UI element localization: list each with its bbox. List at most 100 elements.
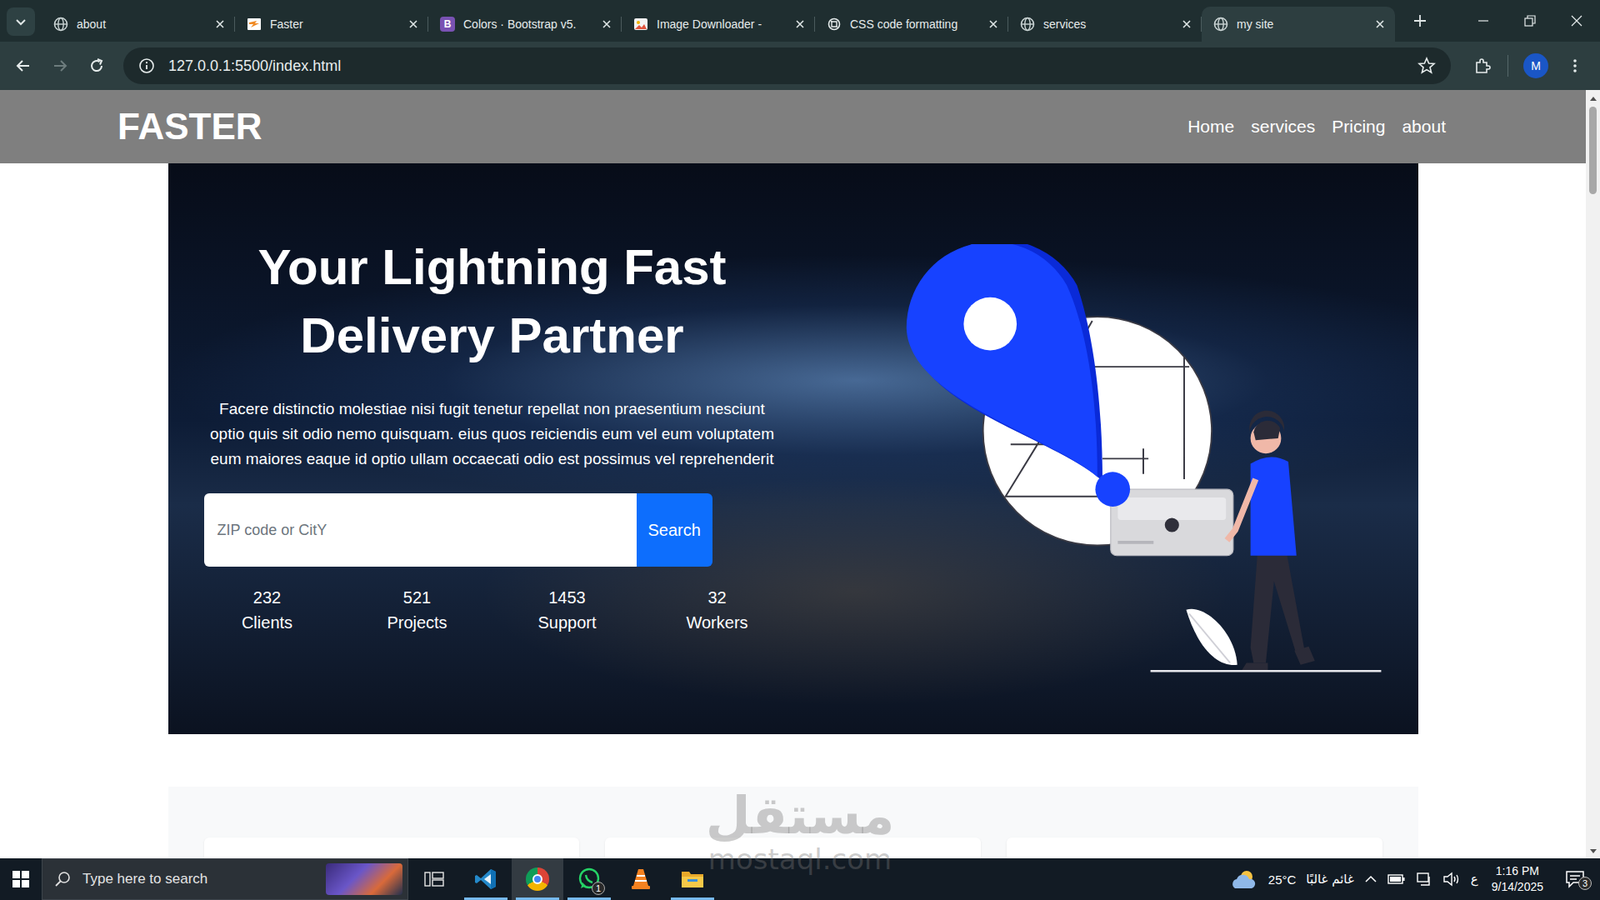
stat-value: 1453	[492, 585, 643, 610]
taskbar-app[interactable]	[615, 858, 667, 900]
close-icon[interactable]	[1373, 17, 1387, 31]
taskbar-app[interactable]	[408, 858, 460, 900]
scroll-down-icon[interactable]	[1589, 848, 1598, 855]
image-icon	[633, 16, 649, 32]
browser-tab[interactable]: about	[41, 6, 235, 42]
scrollbar[interactable]	[1585, 90, 1600, 859]
browser-tab[interactable]: BColors · Bootstrap v5.	[428, 6, 622, 42]
taskbar-app[interactable]: 1	[563, 858, 615, 900]
delivery-illustration	[898, 244, 1389, 684]
bookmark-star-icon[interactable]	[1417, 56, 1436, 75]
forward-arrow-icon	[51, 57, 69, 75]
start-button[interactable]	[0, 858, 42, 900]
brand-logo[interactable]: FASTER	[117, 105, 263, 148]
clock[interactable]: 1:16 PM9/14/2025	[1488, 863, 1547, 895]
restore-button[interactable]	[1506, 0, 1554, 42]
browser-tab[interactable]: Image Downloader -	[621, 6, 815, 42]
browser-tab[interactable]: services	[1008, 6, 1202, 42]
new-tab-button[interactable]	[1405, 5, 1435, 36]
info-icon[interactable]	[138, 57, 155, 75]
close-icon[interactable]	[793, 17, 807, 31]
clock-date: 9/14/2025	[1491, 879, 1544, 895]
search-input[interactable]: ZIP code or CitY	[204, 493, 637, 567]
taskbar-app[interactable]	[666, 858, 719, 900]
window-controls	[1460, 0, 1600, 42]
weather-condition[interactable]: غائم غالبًا	[1305, 871, 1354, 887]
address-bar[interactable]: 127.0.0.1:5500/index.html	[123, 47, 1451, 85]
close-icon[interactable]	[406, 17, 420, 31]
hero-text: Facere distinctio molestiae nisi fugit t…	[204, 396, 781, 472]
battery-icon[interactable]	[1387, 872, 1406, 886]
bootstrap-logo-icon: B	[440, 16, 455, 32]
search-button[interactable]: Search	[636, 493, 713, 567]
puzzle-icon	[1473, 56, 1492, 75]
plus-icon	[1412, 13, 1428, 29]
favicon	[53, 16, 69, 32]
cloudy-sun-icon[interactable]	[1230, 868, 1259, 890]
taskbar-search[interactable]: Type here to search	[41, 858, 409, 900]
scrollbar-thumb[interactable]	[1589, 106, 1597, 195]
close-icon[interactable]	[1180, 17, 1194, 31]
taskbar-app[interactable]	[460, 858, 512, 900]
globe-icon	[53, 16, 69, 32]
reload-button[interactable]	[80, 49, 114, 83]
screen: about Faster BColors · Bootstrap v5.Image …	[0, 0, 1600, 900]
vscode-icon	[474, 867, 498, 891]
speaker-icon[interactable]	[1442, 871, 1461, 887]
stat-item: 232Clients	[192, 585, 343, 635]
taskbar-app[interactable]	[511, 858, 564, 900]
browser-tab[interactable]: my site	[1201, 6, 1395, 42]
tab-list: about Faster BColors · Bootstrap v5.Image …	[41, 6, 1395, 42]
feature-card	[204, 837, 580, 859]
nav-link[interactable]: Pricing	[1331, 116, 1385, 137]
close-icon[interactable]	[986, 17, 1000, 31]
news-widget[interactable]	[325, 863, 403, 895]
menu-button[interactable]	[1558, 49, 1592, 83]
tab-search-button[interactable]	[6, 7, 35, 36]
browser-tab[interactable]: Faster	[235, 6, 429, 42]
chrome-icon	[525, 867, 550, 891]
chevron-up-icon[interactable]	[1364, 872, 1378, 886]
minimize-icon	[1477, 15, 1490, 27]
stat-value: 232	[192, 585, 343, 610]
nav-link[interactable]: about	[1401, 116, 1446, 137]
app-badge: 1	[591, 881, 605, 895]
nav-link[interactable]: Home	[1187, 116, 1235, 137]
vlc-icon	[630, 867, 652, 891]
toolbar-divider	[1507, 55, 1509, 77]
stat-label: Clients	[192, 610, 343, 635]
favicon: B	[440, 16, 455, 32]
network-icon[interactable]	[1415, 871, 1433, 887]
nav-link[interactable]: services	[1250, 116, 1315, 137]
watermark-arabic: مستقل	[705, 790, 895, 842]
scroll-up-icon[interactable]	[1589, 95, 1598, 102]
close-window-button[interactable]	[1553, 0, 1600, 42]
notification-button[interactable]: 3	[1556, 870, 1594, 889]
feature-card	[605, 837, 981, 859]
watermark: مستقلmostaql.com	[705, 790, 895, 874]
close-icon[interactable]	[213, 17, 227, 31]
faster-logo-icon	[246, 16, 262, 32]
favicon	[246, 16, 262, 32]
tab-strip: about Faster BColors · Bootstrap v5.Image …	[0, 0, 1600, 42]
close-icon[interactable]	[600, 17, 614, 31]
hero-section: Your Lightning Fast Delivery PartnerFace…	[168, 163, 1419, 735]
back-button[interactable]	[6, 49, 40, 83]
browser-tab[interactable]: CSS code formatting	[815, 6, 1009, 42]
profile-button[interactable]: M	[1523, 53, 1549, 79]
extensions-button[interactable]	[1465, 49, 1500, 83]
tab-label: about	[76, 17, 205, 31]
system-tray: 25°C غائم غالبًا ع 1:16 PM9/14/2025 3	[1230, 858, 1600, 900]
weather-temp[interactable]: 25°C	[1268, 872, 1297, 887]
favicon	[826, 16, 842, 32]
nav-links: Home services Pricing about	[1187, 116, 1446, 137]
globe-icon	[1213, 16, 1229, 32]
tab-label: Faster	[270, 17, 399, 31]
forward-button[interactable]	[43, 49, 77, 83]
stat-item: 521Projects	[342, 585, 493, 635]
kebab-menu-icon	[1566, 57, 1584, 75]
task-view-icon	[424, 870, 445, 889]
input-language[interactable]: ع	[1470, 871, 1479, 887]
minimize-button[interactable]	[1460, 0, 1507, 42]
site-navbar: FASTER Home services Pricing about	[0, 90, 1586, 164]
